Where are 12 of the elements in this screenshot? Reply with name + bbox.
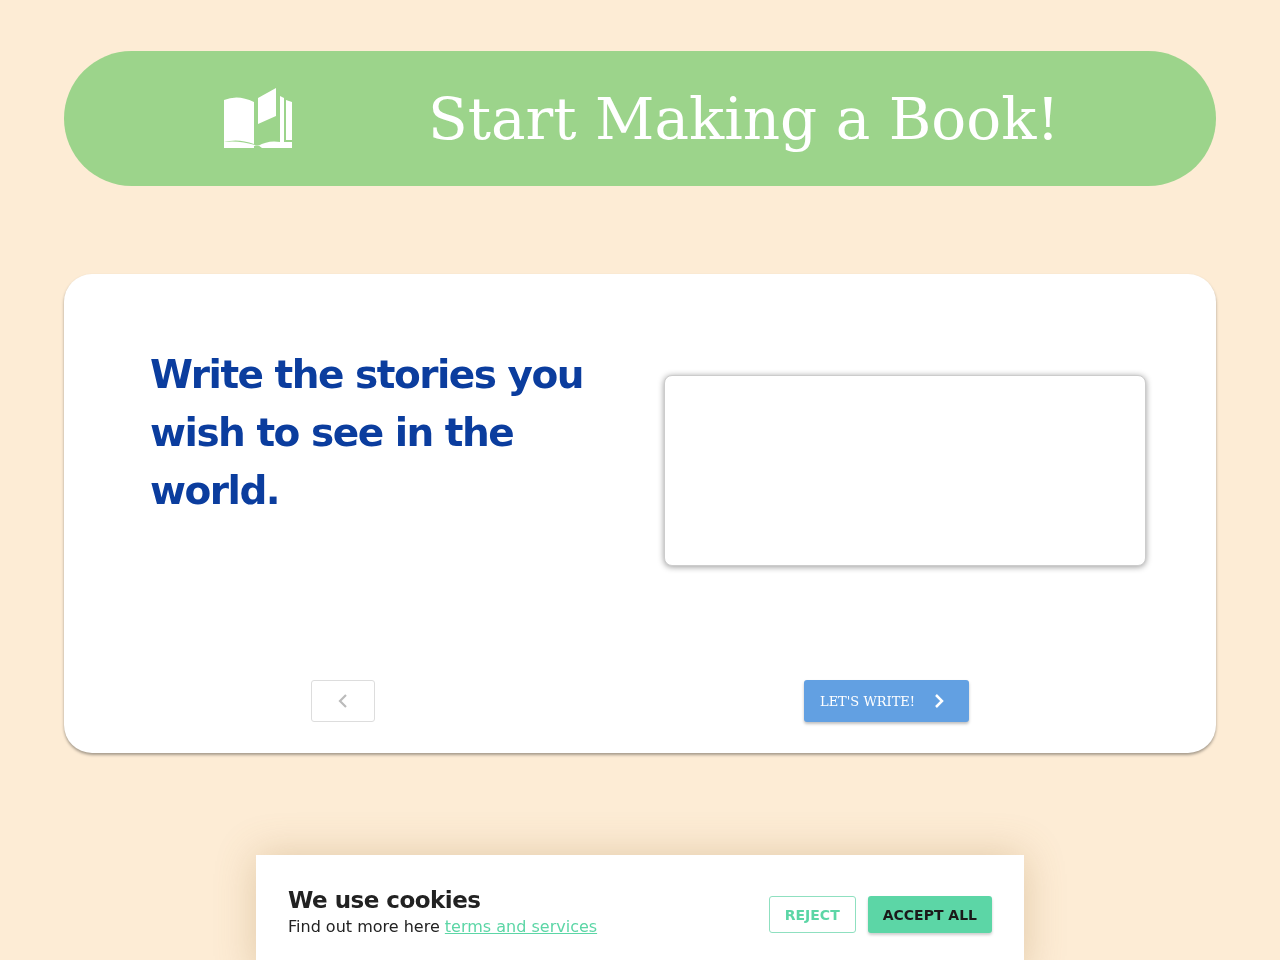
heading: Write the stories you wish to see in the world. — [150, 351, 584, 515]
story-input-field[interactable] — [664, 375, 1146, 566]
chevron-right-icon — [933, 693, 946, 709]
cookie-title: We use cookies — [288, 887, 482, 913]
accept-button[interactable]: ACCEPT ALL — [867, 896, 992, 933]
cookie-text: Find out more here terms and services — [288, 917, 598, 936]
reject-button[interactable]: REJECT — [768, 896, 856, 933]
terms-link[interactable]: terms and services — [444, 917, 598, 936]
page-title: Start Making a Book! — [428, 84, 1060, 153]
lets-write-button[interactable]: LET'S WRITE! — [804, 680, 969, 722]
book-icon — [224, 87, 292, 150]
chevron-left-icon — [337, 693, 349, 709]
